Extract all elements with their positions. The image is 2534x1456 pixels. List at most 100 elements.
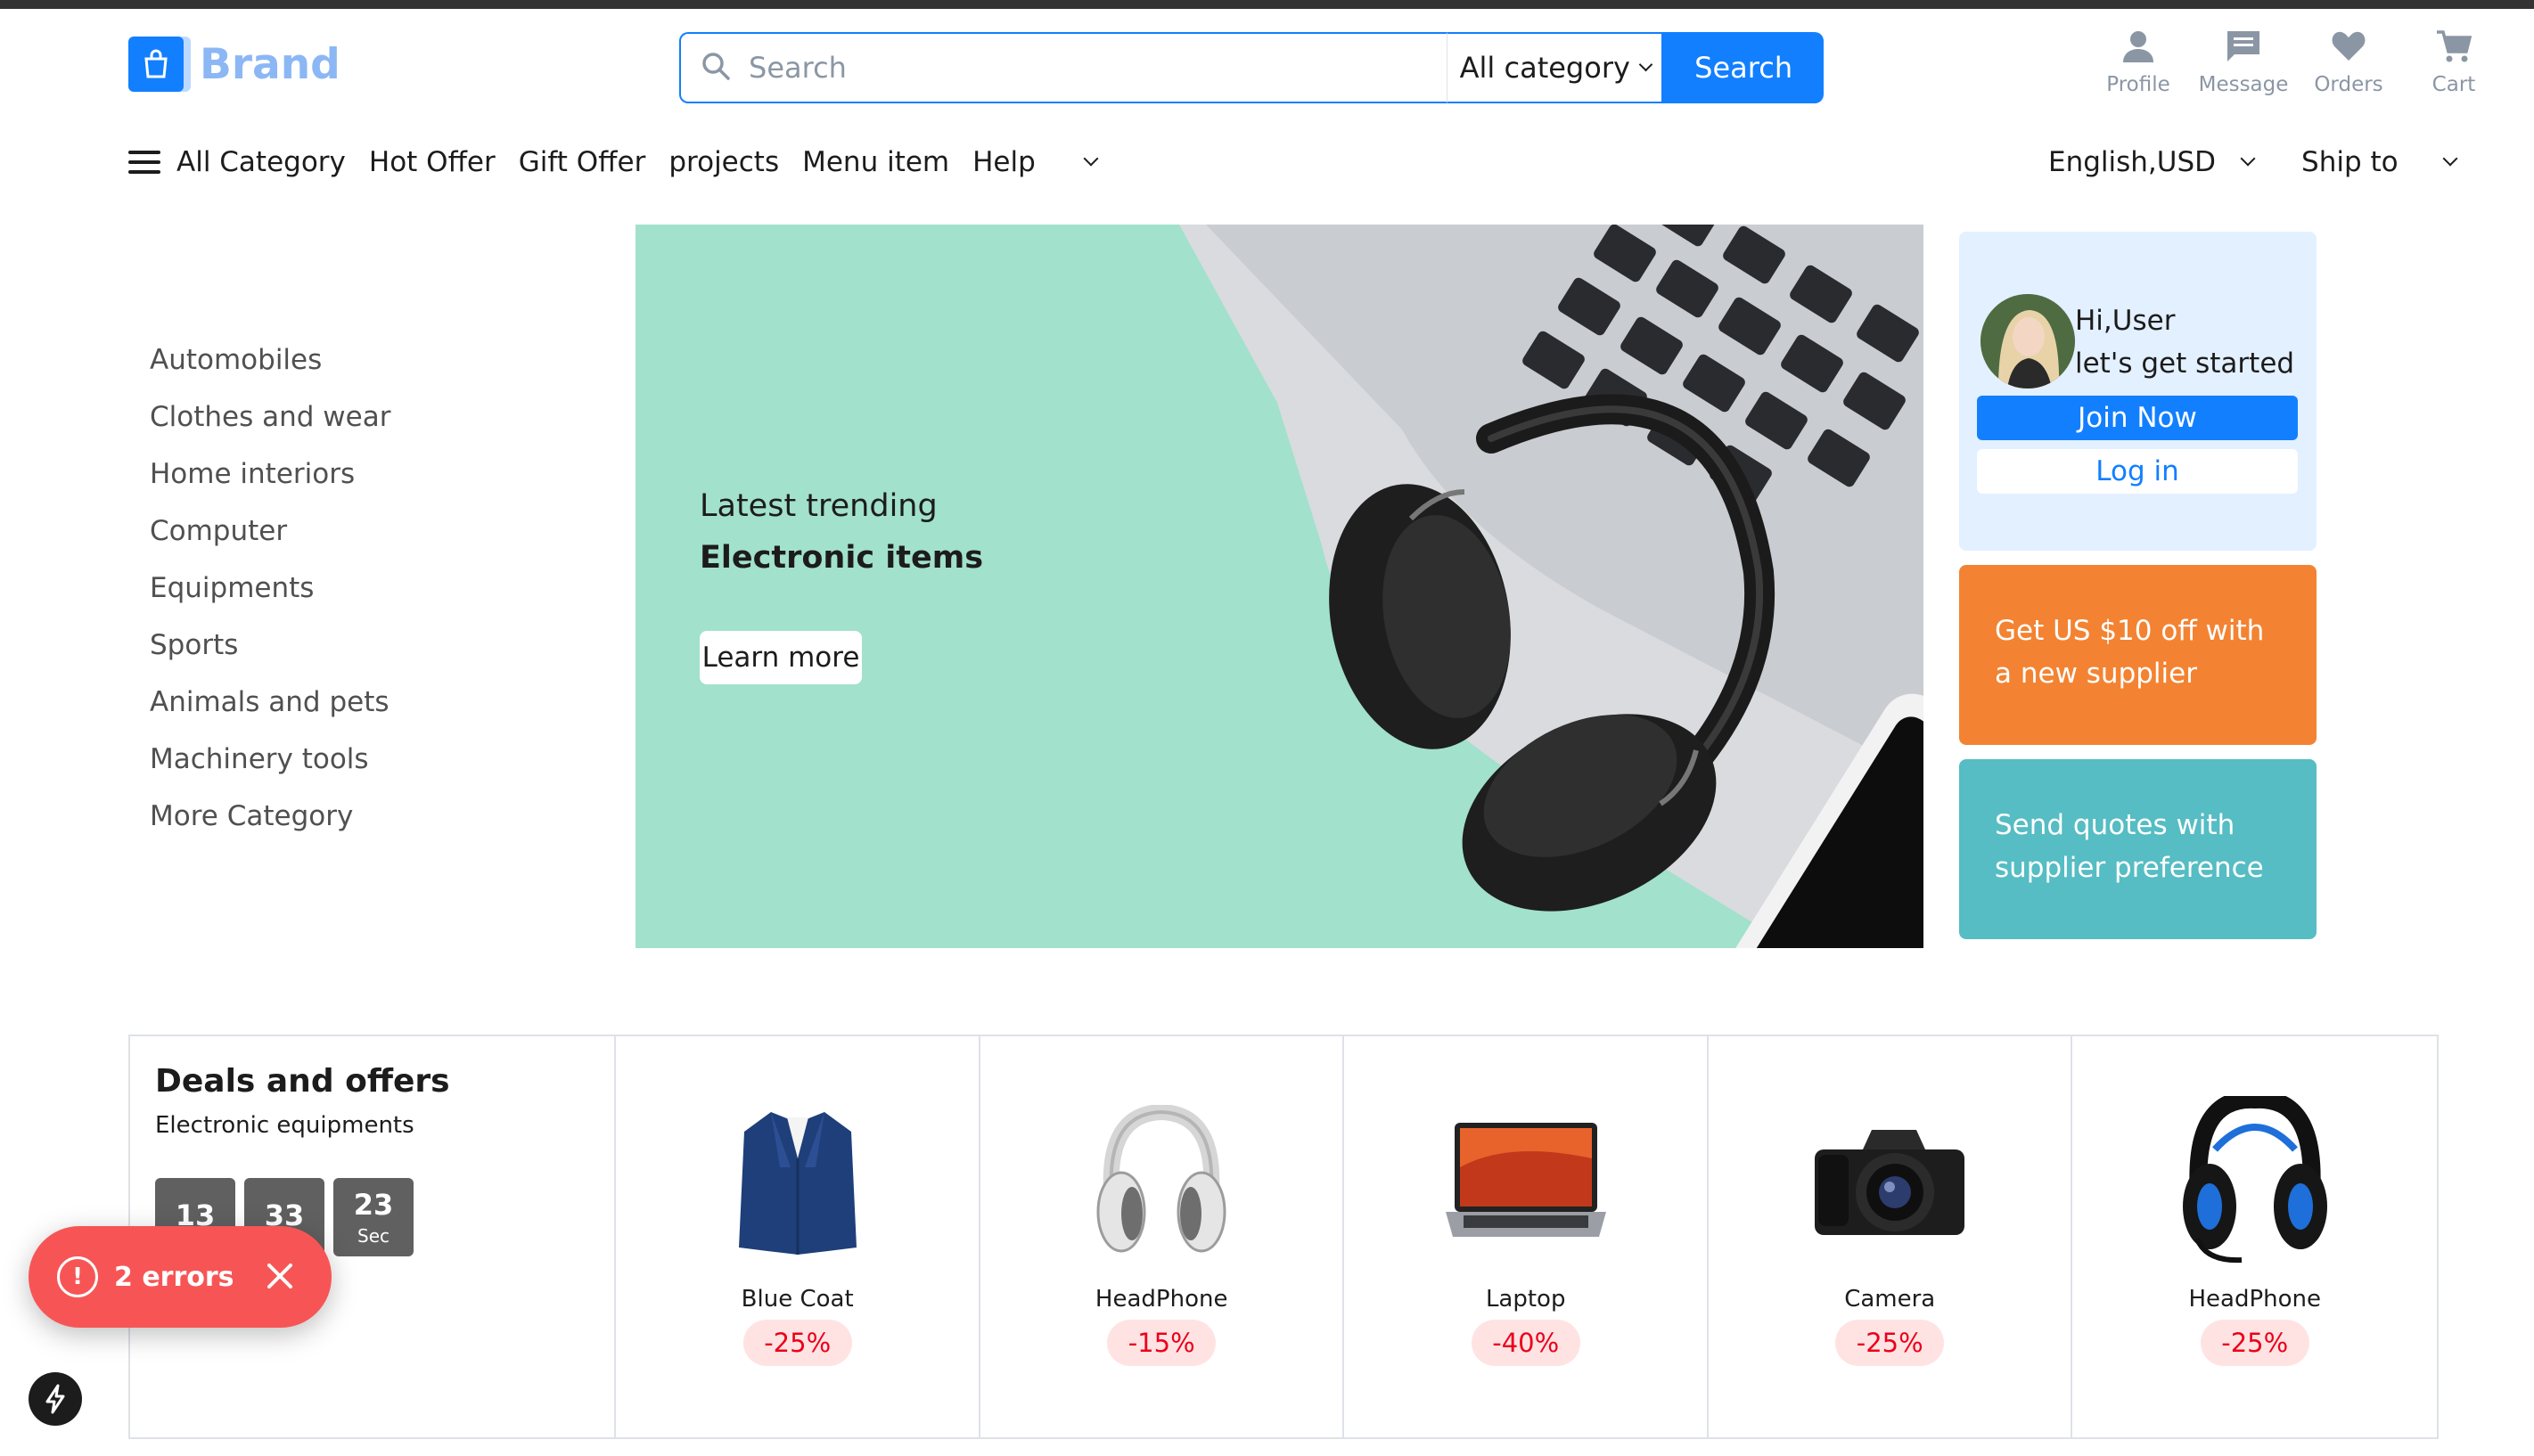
category-item[interactable]: Home interiors [150, 446, 390, 503]
timer-box: 23 Sec [333, 1178, 414, 1256]
nav-item-menu-item[interactable]: Menu item [802, 146, 949, 178]
category-item[interactable]: Equipments [150, 560, 390, 617]
discount-badge: -40% [1471, 1320, 1580, 1366]
promo-card-send-quotes[interactable]: Send quotes with supplier preference [1959, 759, 2317, 939]
category-item[interactable]: Sports [150, 617, 390, 674]
cart-icon [2436, 29, 2472, 73]
window-top-strip [0, 0, 2534, 9]
laptop-image [1445, 1104, 1606, 1257]
chevron-down-icon [1639, 57, 1653, 71]
profile-action[interactable]: Profile [2086, 29, 2191, 96]
search-button[interactable]: Search [1663, 32, 1824, 103]
banner-title: Electronic items [700, 540, 984, 576]
nav-item-hot-offer[interactable]: Hot Offer [369, 146, 496, 178]
person-icon [2120, 29, 2156, 73]
search-icon [701, 51, 731, 85]
search-input[interactable] [749, 51, 1426, 85]
deal-item[interactable]: Camera -25% [1709, 1036, 2073, 1437]
deals-section: Deals and offers Electronic equipments 1… [128, 1035, 2439, 1439]
category-select[interactable]: All category [1446, 32, 1664, 103]
user-greeting: Hi,User let's get started [2075, 299, 2294, 385]
action-label: Cart [2431, 73, 2476, 96]
discount-badge: -25% [742, 1320, 852, 1366]
avatar [1980, 294, 2075, 389]
category-item[interactable]: Automobiles [150, 331, 390, 389]
errors-toast[interactable]: ! 2 errors [29, 1226, 332, 1328]
language-chevron-down-icon[interactable] [2240, 151, 2256, 167]
greeting-text: Hi,User [2075, 305, 2176, 337]
brand[interactable]: Brand [128, 32, 340, 96]
log-in-button[interactable]: Log in [1977, 449, 2298, 494]
discount-badge: -25% [2200, 1320, 2309, 1366]
learn-more-button[interactable]: Learn more [700, 631, 862, 684]
deal-name: Blue Coat [741, 1286, 854, 1313]
cart-action[interactable]: Cart [2401, 29, 2506, 96]
nav-item-help[interactable]: Help [972, 146, 1036, 178]
heart-icon [2331, 29, 2366, 73]
promo-card-supplier-discount[interactable]: Get US $10 off with a new supplier [1959, 565, 2317, 745]
headphones-laptop-image [1179, 225, 1923, 948]
promo-text: Get US $10 off with a new supplier [1995, 615, 2265, 690]
ship-to-select[interactable]: Ship to [2301, 146, 2399, 178]
category-item[interactable]: More Category [150, 788, 390, 845]
deals-subtitle: Electronic equipments [155, 1112, 414, 1139]
deal-item[interactable]: Laptop -40% [1344, 1036, 1709, 1437]
shopping-bag-icon [128, 37, 184, 92]
category-item[interactable]: Computer [150, 503, 390, 560]
gaming-headphone-image [2175, 1096, 2335, 1264]
nav-menu: All Category Hot Offer Gift Offer projec… [128, 146, 1099, 178]
search-field[interactable] [679, 32, 1447, 103]
category-item[interactable]: Machinery tools [150, 731, 390, 788]
deal-item[interactable]: Blue Coat -25% [616, 1036, 980, 1437]
language-select[interactable]: English,USD [2048, 146, 2216, 178]
errors-text: 2 errors [114, 1261, 234, 1293]
banner-text: Latest trending Electronic items [700, 488, 983, 576]
header: Brand All category Search Profile Messag… [0, 9, 2534, 116]
deal-name: HeadPhone [2188, 1286, 2321, 1313]
category-list: Automobiles Clothes and wear Home interi… [150, 331, 390, 845]
close-icon[interactable] [264, 1260, 296, 1292]
banner-subtitle: Latest trending [700, 488, 938, 524]
action-label: Message [2198, 73, 2289, 96]
orders-action[interactable]: Orders [2296, 29, 2401, 96]
deal-name: Laptop [1485, 1286, 1566, 1313]
nav-item-projects[interactable]: projects [668, 146, 779, 178]
ship-to-chevron-down-icon[interactable] [2442, 151, 2458, 167]
lightning-icon[interactable] [29, 1372, 82, 1426]
alert-icon: ! [57, 1256, 98, 1297]
action-label: Profile [2106, 73, 2170, 96]
nav-item-gift-offer[interactable]: Gift Offer [519, 146, 646, 178]
promo-text: Send quotes with supplier preference [1995, 809, 2264, 884]
blue-coat-image [718, 1104, 878, 1257]
headphone-image [1081, 1104, 1242, 1257]
deal-name: Camera [1844, 1286, 1936, 1313]
deal-name: HeadPhone [1095, 1286, 1228, 1313]
deal-item[interactable]: HeadPhone -15% [980, 1036, 1345, 1437]
main-nav: All Category Hot Offer Gift Offer projec… [0, 134, 2534, 201]
greeting-message: let's get started [2075, 348, 2295, 380]
camera-image [1809, 1104, 1970, 1257]
category-select-value: All category [1459, 51, 1630, 85]
deals-title: Deals and offers [155, 1063, 450, 1100]
hero-banner: Latest trending Electronic items Learn m… [636, 225, 1923, 948]
timer-label: Sec [357, 1225, 390, 1247]
category-item[interactable]: Animals and pets [150, 674, 390, 731]
join-now-button[interactable]: Join Now [1977, 396, 2298, 440]
action-label: Orders [2314, 73, 2383, 96]
help-chevron-down-icon[interactable] [1083, 151, 1099, 167]
message-icon [2226, 29, 2261, 73]
discount-badge: -25% [1835, 1320, 1945, 1366]
hamburger-menu-icon[interactable] [128, 151, 160, 174]
deal-item[interactable]: HeadPhone -25% [2072, 1036, 2437, 1437]
timer-value: 23 [353, 1188, 394, 1222]
user-card: Hi,User let's get started Join Now Log i… [1959, 232, 2317, 551]
search-bar: All category Search [679, 32, 1824, 103]
brand-name: Brand [200, 39, 340, 89]
discount-badge: -15% [1107, 1320, 1217, 1366]
nav-settings: English,USD Ship to [2048, 146, 2458, 178]
side-cards: Hi,User let's get started Join Now Log i… [1959, 232, 2317, 939]
category-item[interactable]: Clothes and wear [150, 389, 390, 446]
header-actions: Profile Message Orders Cart [2086, 29, 2506, 96]
nav-item-all-category[interactable]: All Category [176, 146, 346, 178]
message-action[interactable]: Message [2191, 29, 2296, 96]
